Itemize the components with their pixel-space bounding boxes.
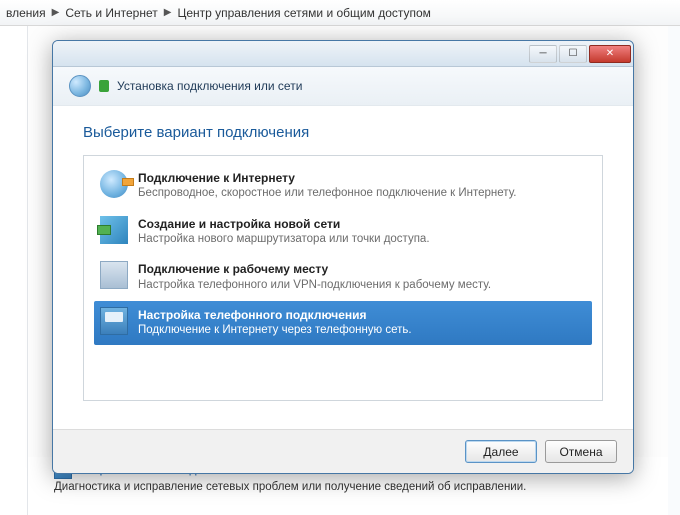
page-heading: Выберите вариант подключения: [83, 124, 603, 141]
option-title: Подключение к Интернету: [138, 170, 517, 186]
breadcrumb[interactable]: вления ▶ Сеть и Интернет ▶ Центр управле…: [0, 0, 680, 26]
maximize-button[interactable]: ☐: [559, 45, 587, 63]
button-bar: Далее Отмена: [53, 429, 633, 473]
option-desc: Настройка телефонного или VPN-подключени…: [138, 278, 491, 294]
option-new-network[interactable]: Создание и настройка новой сети Настройк…: [94, 210, 592, 254]
network-icon: [100, 216, 128, 244]
wizard-dialog: ─ ☐ ✕ Установка подключения или сети Выб…: [52, 40, 634, 474]
option-internet[interactable]: Подключение к Интернету Беспроводное, ск…: [94, 164, 592, 208]
breadcrumb-part[interactable]: Сеть и Интернет: [65, 6, 157, 20]
close-button[interactable]: ✕: [589, 45, 631, 63]
next-button[interactable]: Далее: [465, 440, 537, 463]
option-title: Создание и настройка новой сети: [138, 216, 430, 232]
modem-icon: [100, 307, 128, 335]
breadcrumb-part[interactable]: вления: [6, 6, 46, 20]
background-nav-pane: [0, 26, 28, 515]
globe-icon: [69, 75, 91, 97]
option-title: Подключение к рабочему месту: [138, 261, 491, 277]
building-icon: [100, 261, 128, 289]
header-decoration-icon: [99, 80, 109, 92]
chevron-right-icon: ▶: [52, 7, 60, 18]
wizard-title: Установка подключения или сети: [117, 79, 302, 93]
option-desc: Настройка нового маршрутизатора или точк…: [138, 232, 430, 248]
troubleshoot-desc: Диагностика и исправление сетевых пробле…: [54, 481, 642, 493]
option-desc: Подключение к Интернету через телефонную…: [138, 323, 412, 339]
breadcrumb-part[interactable]: Центр управления сетями и общим доступом: [177, 6, 431, 20]
option-dialup[interactable]: Настройка телефонного подключения Подклю…: [94, 301, 592, 345]
option-workplace[interactable]: Подключение к рабочему месту Настройка т…: [94, 255, 592, 299]
wizard-header: Установка подключения или сети: [53, 67, 633, 106]
minimize-button[interactable]: ─: [529, 45, 557, 63]
cancel-button[interactable]: Отмена: [545, 440, 617, 463]
internet-icon: [100, 170, 128, 198]
option-desc: Беспроводное, скоростное или телефонное …: [138, 186, 517, 202]
chevron-right-icon: ▶: [164, 7, 172, 18]
option-title: Настройка телефонного подключения: [138, 307, 412, 323]
option-list[interactable]: Подключение к Интернету Беспроводное, ск…: [83, 155, 603, 401]
background-right: [668, 26, 680, 515]
titlebar[interactable]: ─ ☐ ✕: [53, 41, 633, 67]
